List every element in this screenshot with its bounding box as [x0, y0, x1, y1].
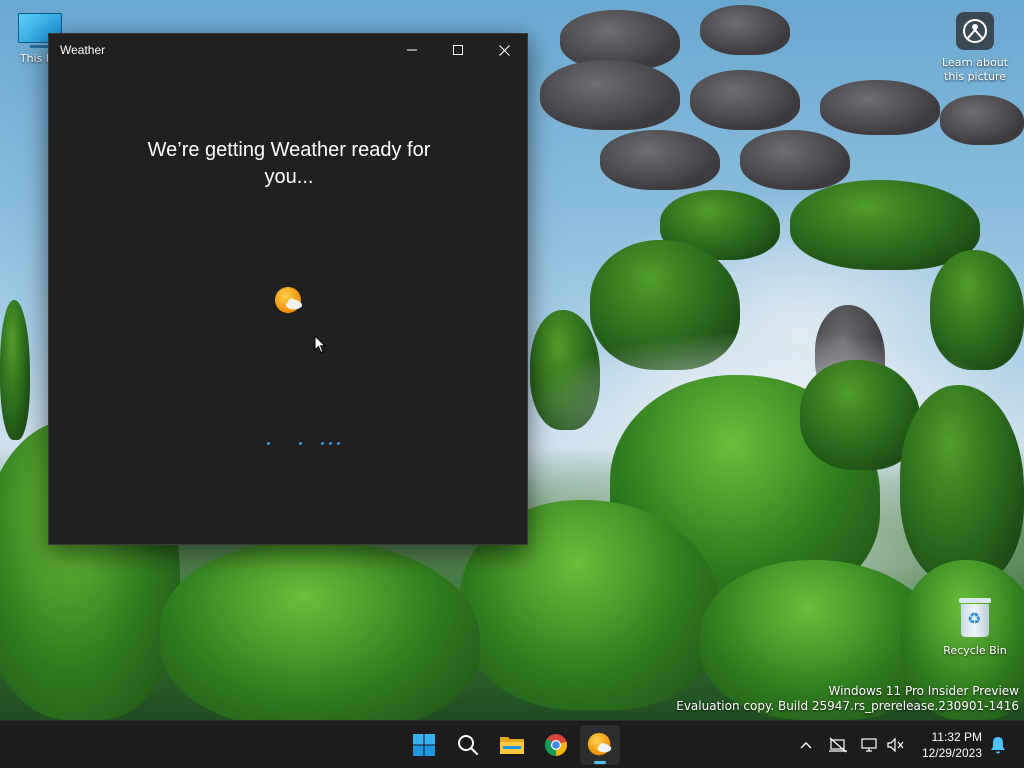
weather-sun-cloud-icon	[274, 286, 304, 316]
chevron-up-icon	[800, 742, 812, 749]
file-explorer-button[interactable]	[492, 725, 532, 765]
volume-button[interactable]	[884, 733, 908, 757]
chrome-button[interactable]	[536, 725, 576, 765]
clock-date: 12/29/2023	[921, 746, 982, 760]
weather-icon	[587, 732, 612, 756]
desktop-icon-learn-about-picture[interactable]: Learn about this picture	[930, 10, 1020, 84]
loading-message-line2: you...	[264, 166, 314, 188]
volume-muted-icon	[887, 737, 904, 753]
show-hidden-icons-button[interactable]	[794, 733, 818, 757]
file-explorer-icon	[500, 737, 524, 754]
taskbar: 11:32 PM 12/29/2023	[0, 720, 1024, 768]
loading-message-line1: We’re getting Weather ready for	[147, 139, 431, 161]
network-status-button[interactable]	[826, 733, 850, 757]
maximize-icon	[453, 45, 463, 55]
desktop-icon-recycle-bin[interactable]: ♻ Recycle Bin	[940, 598, 1010, 658]
window-title: Weather	[60, 43, 106, 57]
start-button[interactable]	[404, 725, 444, 765]
windows-build-watermark: Windows 11 Pro Insider Preview Evaluatio…	[676, 684, 1019, 714]
running-indicator	[594, 761, 606, 764]
maximize-button[interactable]	[435, 34, 481, 66]
weather-taskbar-button[interactable]	[580, 725, 620, 765]
display-icon	[861, 738, 877, 752]
search-button[interactable]	[448, 725, 488, 765]
close-button[interactable]	[481, 34, 527, 66]
clock-time: 11:32 PM	[931, 730, 982, 744]
weather-app-window[interactable]: Weather We’re getting Weather ready for …	[48, 33, 528, 545]
chrome-icon	[544, 734, 567, 756]
windows-logo-icon	[413, 734, 435, 756]
notification-bell-icon	[991, 737, 1005, 754]
recycle-bin-icon: ♻	[958, 598, 992, 638]
minimize-icon	[407, 49, 417, 51]
display-status-button[interactable]	[858, 733, 882, 757]
close-icon	[498, 44, 510, 56]
loading-progress-indicator	[265, 442, 365, 448]
desktop-icon-label: this picture	[944, 70, 1006, 83]
system-clock[interactable]: 11:32 PM 12/29/2023	[912, 729, 982, 761]
window-titlebar[interactable]: Weather	[49, 34, 527, 66]
mouse-cursor-icon	[314, 334, 327, 358]
watermark-line2: Evaluation copy. Build 25947.rs_prerelea…	[676, 699, 1019, 713]
desktop-icon-label: Recycle Bin	[943, 644, 1007, 657]
network-icon	[829, 737, 847, 753]
notification-center-button[interactable]	[986, 733, 1010, 757]
search-icon	[458, 735, 479, 756]
spotlight-icon	[956, 12, 994, 50]
desktop-icon-label: Learn about	[942, 56, 1008, 69]
watermark-line1: Windows 11 Pro Insider Preview	[828, 684, 1019, 698]
minimize-button[interactable]	[389, 34, 435, 66]
loading-message: We’re getting Weather ready for you...	[109, 137, 469, 191]
